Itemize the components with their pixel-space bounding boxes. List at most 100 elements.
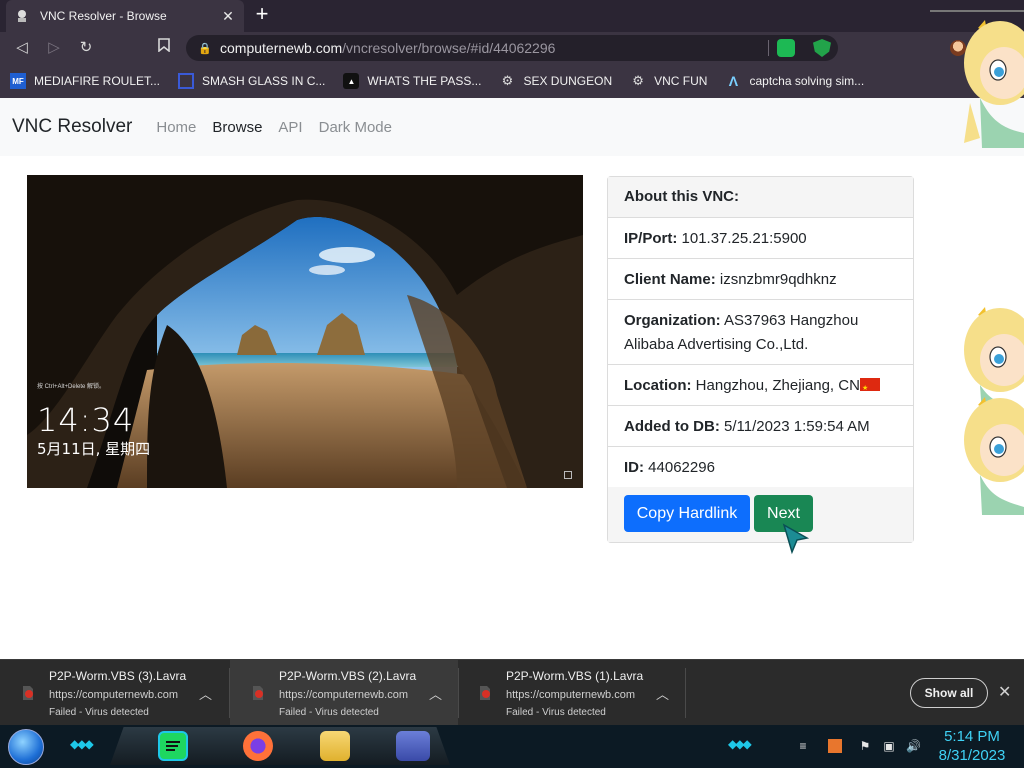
- file-blocked-icon: [250, 685, 266, 701]
- tab-title: VNC Resolver - Browse: [40, 9, 167, 23]
- bookmark-icon: ▲: [343, 73, 360, 89]
- nav-dark-mode[interactable]: Dark Mode: [319, 119, 392, 136]
- bookmark-label: SMASH GLASS IN C...: [202, 74, 326, 88]
- id-label: ID:: [624, 459, 644, 476]
- download-separator: [685, 668, 686, 718]
- download-url: https://computernewb.com: [506, 689, 636, 701]
- tab-strip: VNC Resolver - Browse ✕ +: [0, 0, 1024, 32]
- bookmarks-bar: MF MEDIAFIRE ROULET... SMASH GLASS IN C.…: [0, 64, 1024, 98]
- browser-tab[interactable]: VNC Resolver - Browse ✕: [6, 0, 244, 32]
- volume-icon[interactable]: 🔊: [906, 739, 921, 753]
- about-card: About this VNC: IP/Port: 101.37.25.21:59…: [607, 176, 914, 543]
- tray-app-icon[interactable]: [828, 739, 842, 753]
- client-name-row: Client Name: izsnzbmr9qdhknz: [608, 259, 913, 300]
- window-decoration: [930, 0, 1024, 12]
- bookmark-vnc-fun[interactable]: ⚙ VNC FUN: [630, 73, 707, 89]
- accessibility-icon: [564, 471, 572, 479]
- nav-browse[interactable]: Browse: [212, 119, 262, 136]
- added-label: Added to DB:: [624, 418, 720, 435]
- client-name-label: Client Name:: [624, 271, 716, 288]
- mouse-cursor-icon: [782, 523, 810, 555]
- browser-toolbar: ◁ ▷ ↻ 🔒 computernewb.com/vncresolver/bro…: [0, 32, 1024, 64]
- organization-label: Organization:: [624, 312, 721, 329]
- back-icon[interactable]: ◁: [12, 38, 32, 58]
- added-value: 5/11/2023 1:59:54 AM: [724, 418, 870, 435]
- client-name-value: izsnzbmr9qdhknz: [719, 271, 837, 288]
- lock-icon: 🔒: [198, 42, 212, 55]
- location-label: Location:: [624, 377, 692, 394]
- download-name: P2P-Worm.VBS (1).Lavra: [506, 669, 644, 683]
- lockscreen-date: 5月11日, 星期四: [37, 440, 151, 458]
- bookmark-whats-the-pass[interactable]: ▲ WHATS THE PASS...: [343, 73, 481, 89]
- bookmark-label: VNC FUN: [654, 74, 708, 88]
- bookmark-sex-dungeon[interactable]: ⚙ SEX DUNGEON: [499, 73, 613, 89]
- start-button[interactable]: [8, 729, 44, 765]
- extension-green-icon[interactable]: [777, 39, 795, 57]
- cartoon-girl-sticker-icon: [964, 20, 1024, 148]
- security-flag-icon[interactable]: ⚑: [858, 739, 872, 753]
- organization-row: Organization: AS37963 Hangzhou Alibaba A…: [608, 300, 913, 365]
- url-host: computernewb.com: [220, 40, 343, 56]
- chevron-up-icon[interactable]: ︿: [656, 684, 669, 703]
- url-path: /vncresolver/browse/#id/44062296: [342, 40, 556, 56]
- taskbar-clock-date[interactable]: 8/31/2023: [934, 747, 1010, 764]
- decorative-chevrons: ◆◆◆: [728, 737, 752, 751]
- file-blocked-icon: [20, 685, 36, 701]
- download-name: P2P-Worm.VBS (3).Lavra: [49, 669, 187, 683]
- ip-port-value: 101.37.25.21:5900: [681, 230, 807, 247]
- download-item[interactable]: P2P-Worm.VBS (1).Lavra https://computern…: [457, 660, 685, 726]
- lockscreen-time: 14:34: [37, 401, 135, 439]
- location-value: Hangzhou, Zhejiang, CN: [695, 377, 860, 394]
- address-bar[interactable]: 🔒 computernewb.com/vncresolver/browse/#i…: [186, 35, 838, 61]
- location-row: Location: Hangzhou, Zhejiang, CN: [608, 365, 913, 406]
- download-status: Failed - Virus detected: [279, 707, 379, 718]
- download-status: Failed - Virus detected: [506, 707, 606, 718]
- file-blocked-icon: [477, 685, 493, 701]
- nav-api[interactable]: API: [278, 119, 302, 136]
- copy-hardlink-button[interactable]: Copy Hardlink: [624, 495, 750, 532]
- file-explorer-icon[interactable]: [320, 731, 350, 761]
- bookmark-star-icon[interactable]: [154, 38, 174, 58]
- download-url: https://computernewb.com: [49, 689, 179, 701]
- taskbar-clock-time[interactable]: 5:14 PM: [940, 728, 1004, 745]
- about-card-header: About this VNC:: [608, 177, 913, 218]
- reload-icon[interactable]: ↻: [76, 38, 96, 58]
- download-status: Failed - Virus detected: [49, 707, 149, 718]
- network-icon[interactable]: ▣: [882, 739, 896, 753]
- chevron-up-icon[interactable]: ︿: [429, 684, 442, 703]
- cartoon-girl-sticker-icon: [964, 397, 1024, 515]
- toolbar-separator: [768, 40, 769, 56]
- firefox-icon[interactable]: [243, 731, 273, 761]
- app-window-icon[interactable]: [396, 731, 430, 761]
- bookmark-mediafire[interactable]: MF MEDIAFIRE ROULET...: [10, 73, 160, 89]
- decorative-chevrons: ◆◆◆: [70, 737, 94, 751]
- download-name: P2P-Worm.VBS (2).Lavra: [279, 669, 417, 683]
- unlock-hint: 按 Ctrl+Alt+Delete 解锁。: [37, 384, 106, 390]
- forward-icon[interactable]: ▷: [44, 38, 64, 58]
- download-item[interactable]: P2P-Worm.VBS (2).Lavra https://computern…: [230, 660, 458, 726]
- bookmark-smash-glass[interactable]: SMASH GLASS IN C...: [178, 73, 325, 89]
- spotify-icon[interactable]: [158, 731, 188, 761]
- vnc-screenshot: 按 Ctrl+Alt+Delete 解锁。 14:34 5月11日, 星期四: [27, 175, 583, 488]
- site-navbar: VNC Resolver Home Browse API Dark Mode: [0, 98, 1024, 156]
- bookmark-label: WHATS THE PASS...: [367, 74, 482, 88]
- new-tab-button[interactable]: +: [250, 3, 274, 27]
- chevron-up-icon[interactable]: ︿: [199, 684, 212, 703]
- bookmark-label: SEX DUNGEON: [523, 74, 613, 88]
- bookmark-captcha[interactable]: Λ captcha solving sim...: [725, 73, 864, 89]
- about-card-footer: Copy Hardlink Next: [608, 487, 913, 542]
- nav-home[interactable]: Home: [156, 119, 196, 136]
- bookmark-label: captcha solving sim...: [749, 74, 865, 88]
- download-item[interactable]: P2P-Worm.VBS (3).Lavra https://computern…: [0, 660, 228, 726]
- site-brand[interactable]: VNC Resolver: [12, 116, 132, 138]
- taskbar: ◆◆◆ ◆◆◆ ≡ ⚑ ▣ 🔊 5:14 PM 8/31/2023: [0, 725, 1024, 768]
- id-value: 44062296: [648, 459, 715, 476]
- tab-close-icon[interactable]: ✕: [220, 8, 236, 25]
- tray-overflow-icon[interactable]: ≡: [796, 739, 810, 753]
- id-row: ID: 44062296: [608, 447, 913, 488]
- bookmark-label: MEDIAFIRE ROULET...: [34, 74, 161, 88]
- globe-icon: ⚙: [632, 73, 644, 88]
- ip-port-row: IP/Port: 101.37.25.21:5900: [608, 218, 913, 259]
- close-shelf-icon[interactable]: ✕: [998, 682, 1011, 702]
- show-all-button[interactable]: Show all: [910, 678, 988, 708]
